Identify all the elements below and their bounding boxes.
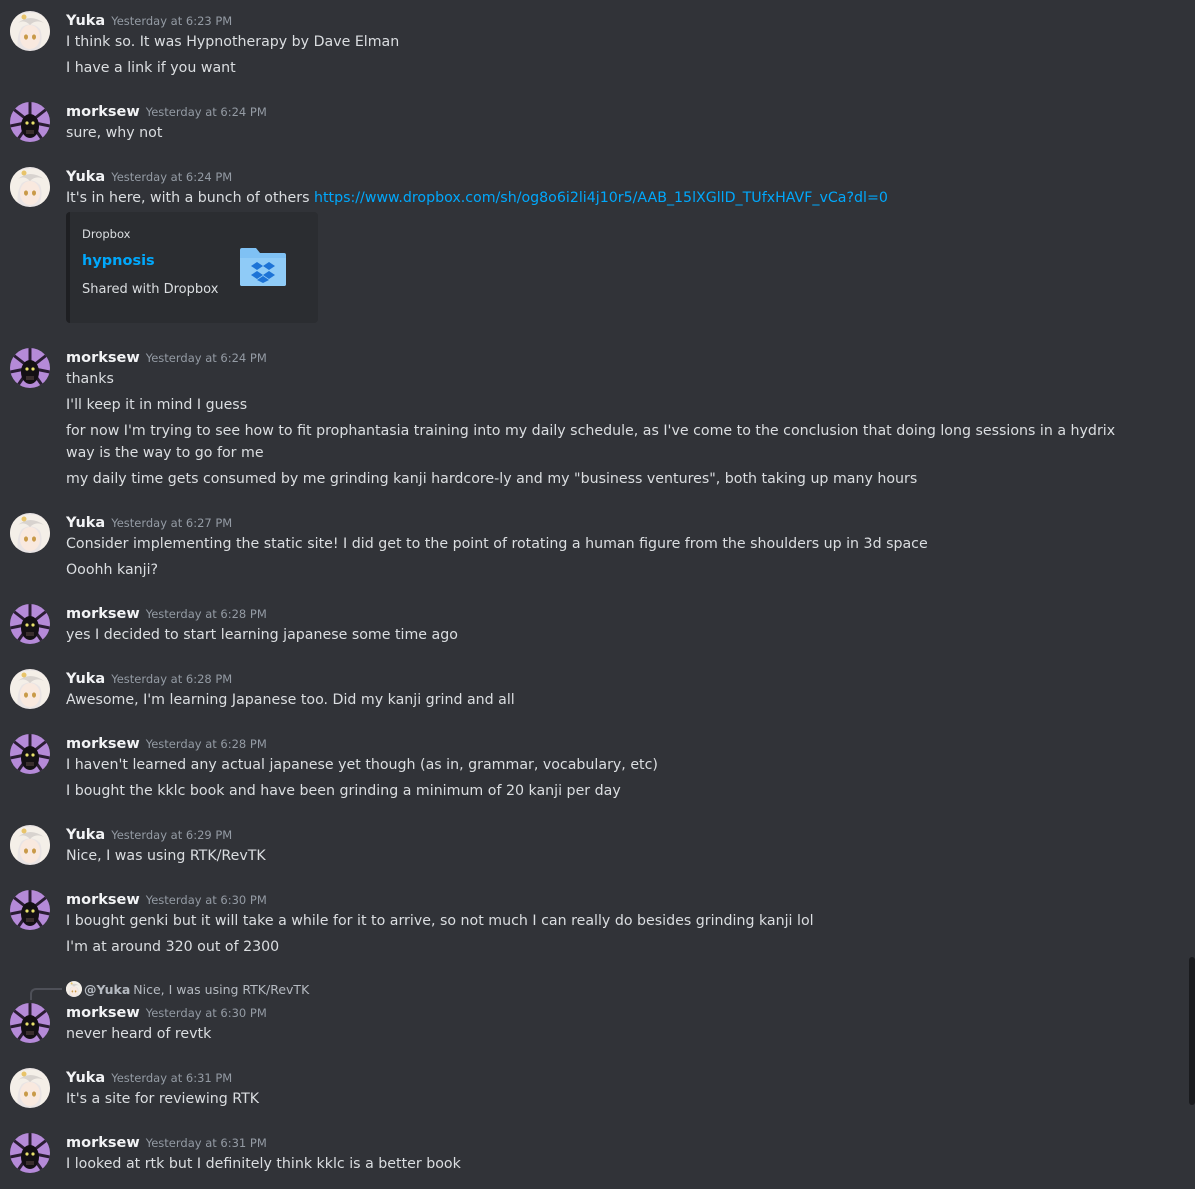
timestamp: Yesterday at 6:24 PM (145, 351, 267, 365)
message-text: It's a site for reviewing RTK (66, 1091, 260, 1107)
message-text-content: It's in here, with a bunch of others (66, 190, 314, 206)
avatar[interactable] (10, 167, 50, 207)
avatar[interactable] (10, 1003, 50, 1043)
reply-avatar (66, 981, 82, 997)
avatar[interactable] (10, 348, 50, 388)
timestamp: Yesterday at 6:24 PM (145, 105, 267, 119)
message-text: I bought the kklc book and have been gri… (66, 783, 621, 799)
avatar[interactable] (10, 604, 50, 644)
message-header: morksew Yesterday at 6:24 PM (66, 347, 267, 368)
message-text: I'll keep it in mind I guess (66, 397, 248, 413)
author-name[interactable]: Yuka (66, 169, 105, 185)
message-text: for now I'm trying to see how to fit pro… (66, 423, 1116, 461)
author-name[interactable]: morksew (66, 350, 140, 366)
timestamp: Yesterday at 6:30 PM (145, 1006, 267, 1020)
message-text: Consider implementing the static site! I… (66, 536, 928, 552)
message-text: I think so. It was Hypnotherapy by Dave … (66, 34, 400, 50)
timestamp: Yesterday at 6:23 PM (111, 14, 233, 28)
author-name[interactable]: Yuka (66, 515, 105, 531)
reply-spine (30, 988, 62, 1000)
message-text: yes I decided to start learning japanese… (66, 627, 458, 643)
avatar[interactable] (10, 11, 50, 51)
message-text: thanks (66, 371, 114, 387)
timestamp: Yesterday at 6:31 PM (145, 1136, 267, 1150)
author-name[interactable]: morksew (66, 104, 140, 120)
avatar[interactable] (10, 890, 50, 930)
author-name[interactable]: morksew (66, 606, 140, 622)
avatar[interactable] (10, 513, 50, 553)
embed-provider[interactable]: Dropbox (82, 227, 130, 241)
author-name[interactable]: morksew (66, 736, 140, 752)
message-text: It's in here, with a bunch of others htt… (66, 187, 1146, 209)
author-name[interactable]: morksew (66, 1005, 140, 1021)
message-link[interactable]: https://www.dropbox.com/sh/og8o6i2li4j10… (314, 190, 888, 206)
message-header: morksew Yesterday at 6:30 PM (66, 889, 267, 910)
avatar[interactable] (10, 825, 50, 865)
message-text: my daily time gets consumed by me grindi… (66, 471, 918, 487)
message-text: I looked at rtk but I definitely think k… (66, 1156, 461, 1172)
message-header: morksew Yesterday at 6:31 PM (66, 1132, 267, 1153)
message-header: Yuka Yesterday at 6:31 PM (66, 1067, 232, 1088)
avatar[interactable] (10, 669, 50, 709)
avatar[interactable] (10, 1133, 50, 1173)
message-text: I bought genki but it will take a while … (66, 913, 814, 929)
embed-description: Shared with Dropbox (82, 282, 219, 297)
timestamp: Yesterday at 6:27 PM (111, 516, 233, 530)
message-header: morksew Yesterday at 6:30 PM (66, 1002, 267, 1023)
author-name[interactable]: morksew (66, 1135, 140, 1151)
message-header: morksew Yesterday at 6:28 PM (66, 603, 267, 624)
reply-text: Nice, I was using RTK/RevTK (133, 982, 310, 997)
reply-mention[interactable]: @Yuka (84, 982, 130, 997)
message-header: Yuka Yesterday at 6:28 PM (66, 668, 232, 689)
scrollbar-thumb[interactable] (1189, 957, 1195, 1105)
author-name[interactable]: Yuka (66, 13, 105, 29)
dropbox-folder-icon (238, 246, 288, 292)
timestamp: Yesterday at 6:31 PM (111, 1071, 233, 1085)
avatar[interactable] (10, 1068, 50, 1108)
timestamp: Yesterday at 6:28 PM (111, 672, 233, 686)
reply-preview[interactable]: @Yuka Nice, I was using RTK/RevTK (66, 981, 309, 998)
message-header: morksew Yesterday at 6:28 PM (66, 733, 267, 754)
message-text: I haven't learned any actual japanese ye… (66, 757, 658, 773)
message-text: I have a link if you want (66, 60, 236, 76)
avatar[interactable] (10, 102, 50, 142)
author-name[interactable]: morksew (66, 892, 140, 908)
timestamp: Yesterday at 6:29 PM (111, 828, 233, 842)
timestamp: Yesterday at 6:28 PM (145, 607, 267, 621)
avatar[interactable] (10, 734, 50, 774)
author-name[interactable]: Yuka (66, 827, 105, 843)
message-header: Yuka Yesterday at 6:23 PM (66, 10, 232, 31)
message-text: I'm at around 320 out of 2300 (66, 939, 280, 955)
link-embed: Dropbox hypnosis Shared with Dropbox (66, 212, 318, 323)
timestamp: Yesterday at 6:30 PM (145, 893, 267, 907)
embed-title[interactable]: hypnosis (82, 253, 155, 269)
message-text: Ooohh kanji? (66, 562, 159, 578)
message-header: Yuka Yesterday at 6:27 PM (66, 512, 232, 533)
message-text: Nice, I was using RTK/RevTK (66, 848, 266, 864)
author-name[interactable]: Yuka (66, 1070, 105, 1086)
timestamp: Yesterday at 6:28 PM (145, 737, 267, 751)
message-text: never heard of revtk (66, 1026, 212, 1042)
timestamp: Yesterday at 6:24 PM (111, 170, 233, 184)
message-header: Yuka Yesterday at 6:29 PM (66, 824, 232, 845)
message-text: sure, why not (66, 125, 163, 141)
author-name[interactable]: Yuka (66, 671, 105, 687)
message-text: Awesome, I'm learning Japanese too. Did … (66, 692, 515, 708)
message-header: Yuka Yesterday at 6:24 PM (66, 166, 232, 187)
message-header: morksew Yesterday at 6:24 PM (66, 101, 267, 122)
